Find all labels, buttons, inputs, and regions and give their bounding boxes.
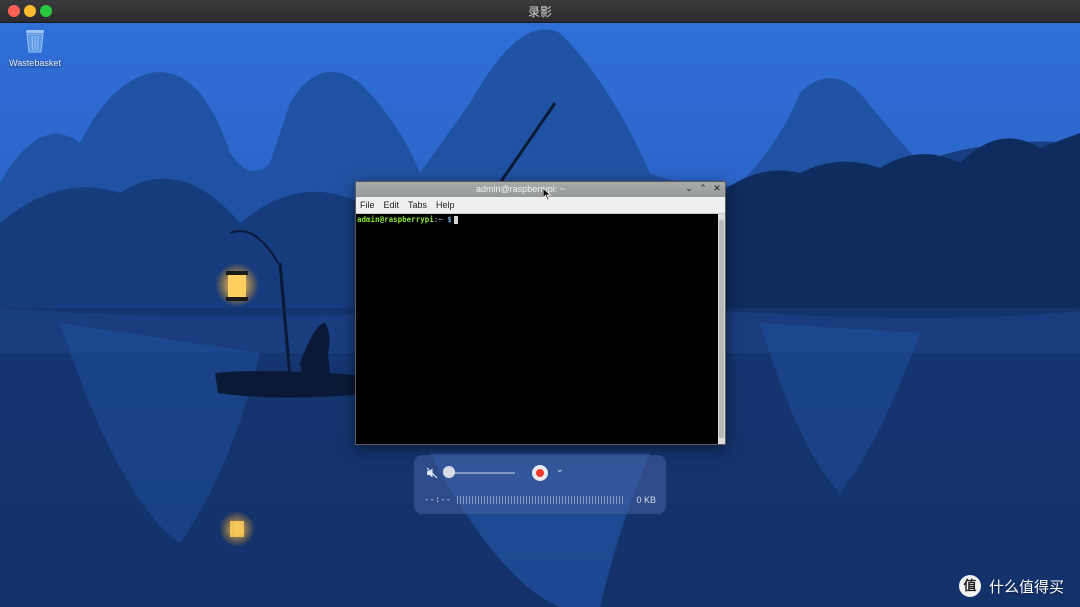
menu-edit[interactable]: Edit <box>384 200 400 210</box>
terminal-scroll-thumb[interactable] <box>719 220 724 438</box>
wastebasket-desktop-icon[interactable]: Wastebasket <box>8 27 62 68</box>
mouse-pointer-icon <box>543 188 552 201</box>
wastebasket-label: Wastebasket <box>9 58 61 68</box>
volume-slider-knob[interactable] <box>443 466 455 478</box>
terminal-maximize-button[interactable]: ⌃ <box>698 184 708 194</box>
record-options-chevron-icon[interactable]: ⌄ <box>556 465 564 475</box>
record-button[interactable] <box>532 465 548 481</box>
terminal-output[interactable]: admin@raspberrypi:~ $ <box>356 214 718 444</box>
menu-help[interactable]: Help <box>436 200 455 210</box>
audio-level-meter <box>457 496 623 504</box>
menu-file[interactable]: File <box>360 200 375 210</box>
terminal-menubar: File Edit Tabs Help <box>356 197 725 214</box>
terminal-minimize-button[interactable]: ⌄ <box>684 184 694 194</box>
window-titlebar: 录影 <box>0 0 1080 23</box>
menu-tabs[interactable]: Tabs <box>408 200 427 210</box>
recording-control-panel: ⌄ --:-- 0 KB <box>414 455 666 514</box>
muted-speaker-icon[interactable] <box>426 467 438 479</box>
file-size: 0 KB <box>636 495 656 505</box>
trash-icon <box>26 30 44 53</box>
terminal-close-button[interactable]: ✕ <box>712 184 722 194</box>
volume-slider-track[interactable] <box>448 472 515 474</box>
text-cursor <box>453 216 458 224</box>
terminal-window[interactable]: admin@raspberrypi: ~ ⌄ ⌃ ✕ File Edit Tab… <box>355 181 726 445</box>
terminal-scrollbar[interactable] <box>718 214 725 444</box>
window-title: 录影 <box>527 5 552 19</box>
record-dot-icon <box>536 469 544 477</box>
terminal-titlebar[interactable]: admin@raspberrypi: ~ ⌄ ⌃ ✕ <box>356 182 725 197</box>
watermark: 值 什么值得买 <box>958 575 1064 597</box>
terminal-title: admin@raspberrypi: ~ <box>476 184 565 194</box>
prompt-path: ~ $ <box>438 215 452 224</box>
smzdm-logo-icon: 值 <box>958 575 981 597</box>
watermark-text: 什么值得买 <box>988 577 1064 596</box>
elapsed-time: --:-- <box>424 495 452 505</box>
prompt-user: admin@raspberrypi <box>357 215 434 224</box>
